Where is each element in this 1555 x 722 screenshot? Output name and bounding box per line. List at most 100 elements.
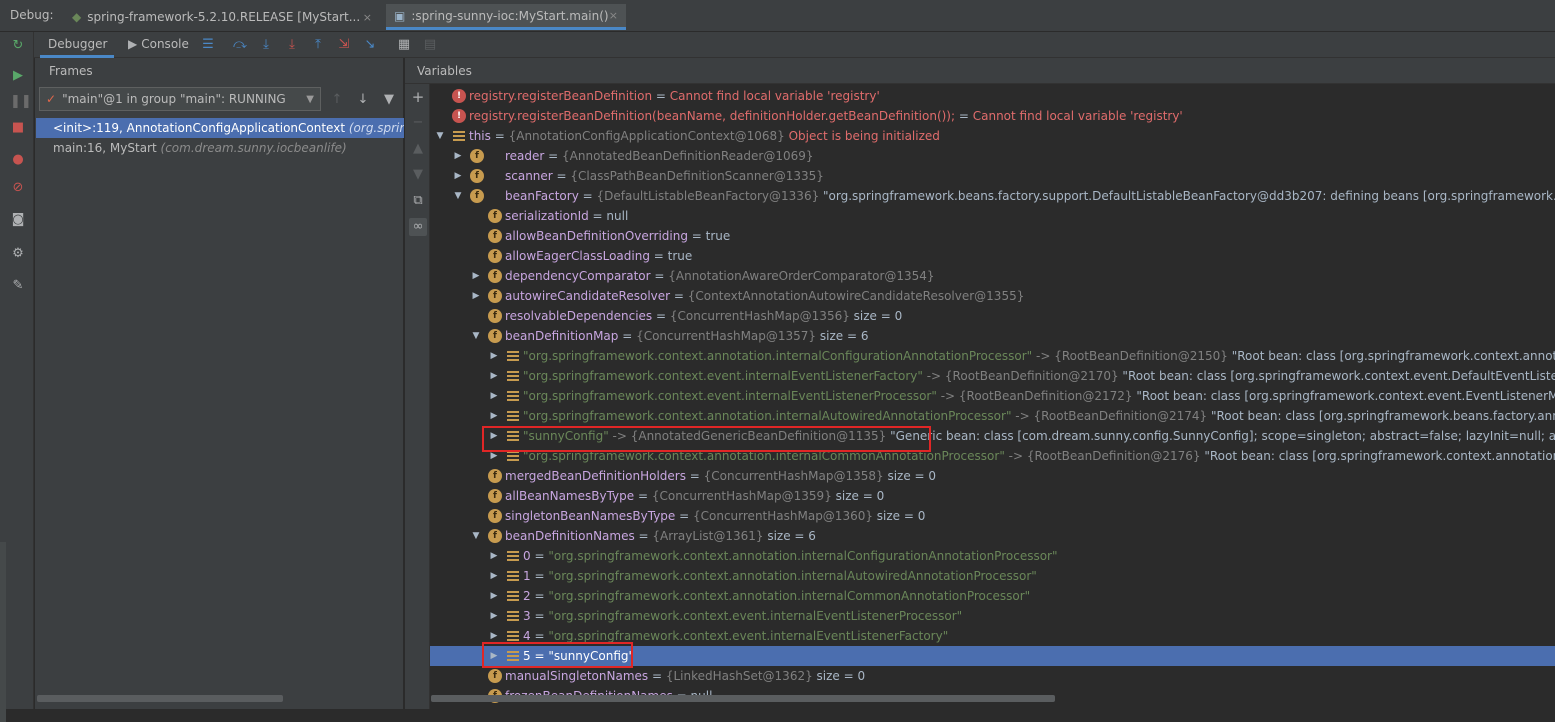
collapse-arrow-icon[interactable]: ▼ <box>470 526 482 546</box>
expand-arrow-icon[interactable]: ▶ <box>488 566 500 586</box>
object-icon <box>506 390 520 402</box>
side-strip <box>0 542 6 722</box>
expand-arrow-icon[interactable]: ▶ <box>452 146 464 166</box>
variable-name: registry.registerBeanDefinition <box>469 89 653 103</box>
variable-row[interactable]: ▼ f beanDefinitionMap = {ConcurrentHashMap… <box>430 326 1555 346</box>
view-breakpoints-icon[interactable]: ● <box>10 152 26 168</box>
variable-row[interactable]: f allowBeanDefinitionOverriding = true <box>430 226 1555 246</box>
expand-arrow-icon[interactable]: ▶ <box>488 586 500 606</box>
force-step-into-icon[interactable]: ⤓ <box>284 37 300 53</box>
variables-scrollbar[interactable] <box>431 695 1055 702</box>
variable-ref: {AnnotationConfigApplicationContext@1068… <box>508 129 785 143</box>
variable-row[interactable]: f resolvableDependencies = {ConcurrentHas… <box>430 306 1555 326</box>
variable-row[interactable]: ▶ f scanner = {ClassPathBeanDefinitionScan… <box>430 166 1555 186</box>
variable-row[interactable]: ▼ this = {AnnotationConfigApplicationCont… <box>430 126 1555 146</box>
close-icon[interactable]: × <box>609 9 618 22</box>
watch-error-row[interactable]: ! registry.registerBeanDefinition(beanNam… <box>430 106 1555 126</box>
debugger-toolbar: Debugger ▶ Console ☰ ⤼ ⤓ ⤓ ⤒ ⇲ ↘ ▦ ▤ <box>34 32 1555 58</box>
down-arrow-icon[interactable]: ↓ <box>355 92 371 108</box>
tab-debugger[interactable]: Debugger <box>40 32 114 58</box>
pause-icon[interactable]: ❚❚ <box>10 94 32 110</box>
trace-icon[interactable]: ▤ <box>422 37 438 53</box>
rerun-icon[interactable]: ↻ <box>10 38 26 54</box>
remove-watch-icon[interactable]: − <box>409 114 427 132</box>
filter-icon[interactable]: ▼ <box>381 92 397 108</box>
expand-arrow-icon[interactable]: ▶ <box>488 386 500 406</box>
variable-row[interactable]: ▶ 1 = "org.springframework.context.annota… <box>430 566 1555 586</box>
variable-row[interactable]: f allBeanNamesByType = {ConcurrentHashMap… <box>430 486 1555 506</box>
variable-row[interactable]: f singletonBeanNamesByType = {ConcurrentH… <box>430 506 1555 526</box>
mute-breakpoints-icon[interactable]: ⊘ <box>10 180 26 196</box>
expand-arrow-icon[interactable]: ▶ <box>452 166 464 186</box>
copy-icon[interactable]: ⧉ <box>409 192 427 210</box>
variable-row[interactable]: ▶ "org.springframework.context.event.inte… <box>430 386 1555 406</box>
tab-mystart-main[interactable]: ▣ :spring-sunny-ioc:MyStart.main() × <box>386 4 626 30</box>
collapse-arrow-icon[interactable]: ▼ <box>470 326 482 346</box>
variable-row[interactable]: ▶ f dependencyComparator = {AnnotationAwar… <box>430 266 1555 286</box>
variable-row[interactable]: ▶ 2 = "org.springframework.context.annota… <box>430 586 1555 606</box>
variable-value: null <box>606 209 629 223</box>
resume-icon[interactable]: ▶ <box>10 68 26 84</box>
expand-arrow-icon[interactable]: ▶ <box>488 606 500 626</box>
variable-row[interactable]: f mergedBeanDefinitionHolders = {Concurre… <box>430 466 1555 486</box>
tab-spring-framework-run[interactable]: ◆ spring-framework-5.2.10.RELEASE [MySta… <box>64 4 380 30</box>
expand-arrow-icon[interactable]: ▶ <box>470 286 482 306</box>
move-down-icon[interactable]: ▼ <box>409 166 427 184</box>
variable-eq: = <box>530 549 549 563</box>
variable-row[interactable]: ▶ "org.springframework.context.annotation… <box>430 346 1555 366</box>
tab-console[interactable]: ▶ Console <box>120 32 196 58</box>
variable-name: allowEagerClassLoading <box>505 249 650 263</box>
variable-row[interactable]: ▼ f beanFactory = {DefaultListableBeanFact… <box>430 186 1555 206</box>
frame-item[interactable]: main:16, MyStart (com.dream.sunny.iocbea… <box>36 138 404 158</box>
close-icon[interactable]: × <box>363 11 372 24</box>
variable-row[interactable]: f allowEagerClassLoading = true <box>430 246 1555 266</box>
variable-row[interactable]: ▶ f reader = {AnnotatedBeanDefinitionReade… <box>430 146 1555 166</box>
variable-name: dependencyComparator <box>505 269 651 283</box>
variable-text: beanDefinitionMap = {ConcurrentHashMap@1… <box>505 326 868 346</box>
collapse-arrow-icon[interactable]: ▼ <box>452 186 464 206</box>
variable-row[interactable]: ▼ f beanDefinitionNames = {ArrayList@1361}… <box>430 526 1555 546</box>
drop-frame-icon[interactable]: ⇲ <box>336 37 352 53</box>
variable-row[interactable]: ▶ "org.springframework.context.event.inte… <box>430 366 1555 386</box>
variable-str: "org.springframework.context.annotation.… <box>548 569 1037 583</box>
frame-item[interactable]: <init>:119, AnnotationConfigApplicationC… <box>36 118 404 138</box>
variable-row[interactable]: ▶ f autowireCandidateResolver = {ContextAn… <box>430 286 1555 306</box>
step-over-icon[interactable]: ⤼ <box>232 37 248 53</box>
up-arrow-icon[interactable]: ↑ <box>329 92 345 108</box>
variable-row[interactable]: ▶ "org.springframework.context.annotation… <box>430 406 1555 426</box>
variable-text: scanner = {ClassPathBeanDefinitionScanne… <box>505 166 824 186</box>
run-to-cursor-icon[interactable]: ↘ <box>362 37 378 53</box>
step-into-icon[interactable]: ⤓ <box>258 37 274 53</box>
check-icon: ✓ <box>46 92 57 106</box>
variable-row[interactable]: f manualSingletonNames = {LinkedHashSet@1… <box>430 666 1555 686</box>
camera-icon[interactable]: ◙ <box>10 212 26 228</box>
variables-toolbar: + − ▲ ▼ ⧉ ∞ <box>405 84 430 709</box>
variable-ref: {AnnotatedBeanDefinitionReader@1069} <box>562 149 814 163</box>
variable-row[interactable]: f serializationId = null <box>430 206 1555 226</box>
add-watch-icon[interactable]: + <box>409 88 427 106</box>
collapse-arrow-icon[interactable]: ▼ <box>434 126 446 146</box>
expand-arrow-icon[interactable]: ▶ <box>488 366 500 386</box>
variable-eq: = <box>670 289 688 303</box>
expand-arrow-icon[interactable]: ▶ <box>488 346 500 366</box>
variable-value: "Root bean: class [org.springframework.b… <box>1210 409 1555 423</box>
variable-name: 2 <box>523 589 531 603</box>
show-execution-point-icon[interactable]: ☰ <box>200 37 216 53</box>
thread-selector[interactable]: ✓ "main"@1 in group "main": RUNNING ▼ <box>39 87 321 111</box>
move-up-icon[interactable]: ▲ <box>409 140 427 158</box>
evaluate-expression-icon[interactable]: ▦ <box>396 37 412 53</box>
step-out-icon[interactable]: ⤒ <box>310 37 326 53</box>
object-icon <box>506 410 520 422</box>
variable-eq: = <box>650 269 669 283</box>
expand-arrow-icon[interactable]: ▶ <box>470 266 482 286</box>
pin-icon[interactable]: ✎ <box>10 278 26 294</box>
expand-arrow-icon[interactable]: ▶ <box>488 406 500 426</box>
settings-gear-icon[interactable]: ⚙ <box>10 246 26 262</box>
expand-arrow-icon[interactable]: ▶ <box>488 546 500 566</box>
stop-icon[interactable]: ■ <box>10 120 26 136</box>
glasses-icon[interactable]: ∞ <box>409 218 427 236</box>
variable-row[interactable]: ▶ 3 = "org.springframework.context.event.… <box>430 606 1555 626</box>
watch-error-row[interactable]: ! registry.registerBeanDefinition = Canno… <box>430 86 1555 106</box>
variable-row[interactable]: ▶ 0 = "org.springframework.context.annota… <box>430 546 1555 566</box>
frames-scrollbar[interactable] <box>37 695 283 702</box>
